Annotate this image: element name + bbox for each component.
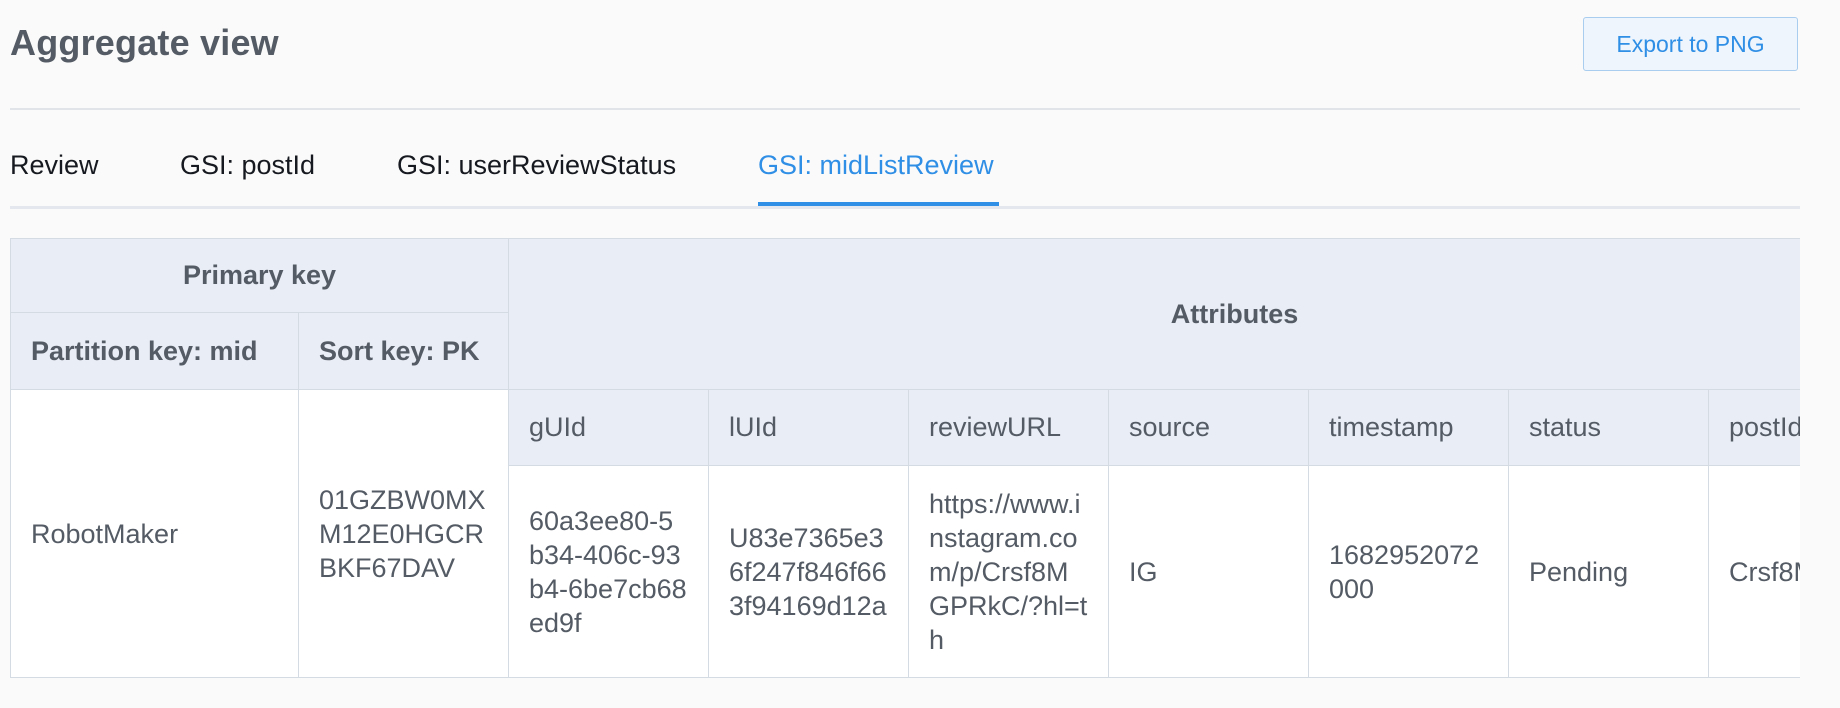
tab-review[interactable]: Review [10,150,99,181]
attribute-name-luid: lUId [708,389,909,466]
primary-key-header: Primary key [10,238,509,313]
attribute-name-postid: postId [1707,389,1800,466]
sort-key-header: Sort key: PK [298,312,509,390]
tabs-baseline [10,206,1800,209]
attribute-name-guid: gUId [508,389,709,466]
partition-key-cell[interactable]: RobotMaker [10,389,299,678]
attribute-name-source: source [1108,389,1309,466]
attribute-name-reviewurl: reviewURL [908,389,1109,466]
page-title: Aggregate view [10,22,279,63]
attribute-value-luid[interactable]: U83e7365e36f247f846f663f94169d12a [708,465,909,678]
attribute-value-guid[interactable]: 60a3ee80-5b34-406c-93b4-6be7cb68ed9f [508,465,709,678]
attributes-header: Attributes [507,238,1800,390]
aggregate-view-page: Aggregate view Export to PNG Review GSI:… [0,0,1840,708]
partition-key-header: Partition key: mid [10,312,299,390]
tab-gsi-postid[interactable]: GSI: postId [180,150,315,181]
header-divider [10,108,1800,110]
aggregate-table: Primary key Attributes Partition key: mi… [10,238,1800,678]
attribute-name-timestamp: timestamp [1308,389,1509,466]
index-tabs: Review GSI: postId GSI: userReviewStatus… [10,150,1800,210]
tab-gsi-userreviewstatus[interactable]: GSI: userReviewStatus [397,150,676,181]
aggregate-table-container[interactable]: Primary key Attributes Partition key: mi… [10,238,1800,681]
attribute-value-timestamp[interactable]: 1682952072000 [1308,465,1509,678]
attribute-value-status[interactable]: Pending [1508,465,1709,678]
tab-gsi-midlistreview[interactable]: GSI: midListReview [758,150,994,181]
attribute-name-status: status [1508,389,1709,466]
export-to-png-button[interactable]: Export to PNG [1583,17,1798,71]
sort-key-cell[interactable]: 01GZBW0MXM12E0HGCRBKF67DAV [298,389,509,678]
attribute-value-reviewurl[interactable]: https://www.instagram.com/p/Crsf8MGPRkC/… [908,465,1109,678]
attribute-value-source[interactable]: IG [1108,465,1309,678]
attribute-value-postid[interactable]: Crsf8MGPRkC [1707,465,1800,678]
